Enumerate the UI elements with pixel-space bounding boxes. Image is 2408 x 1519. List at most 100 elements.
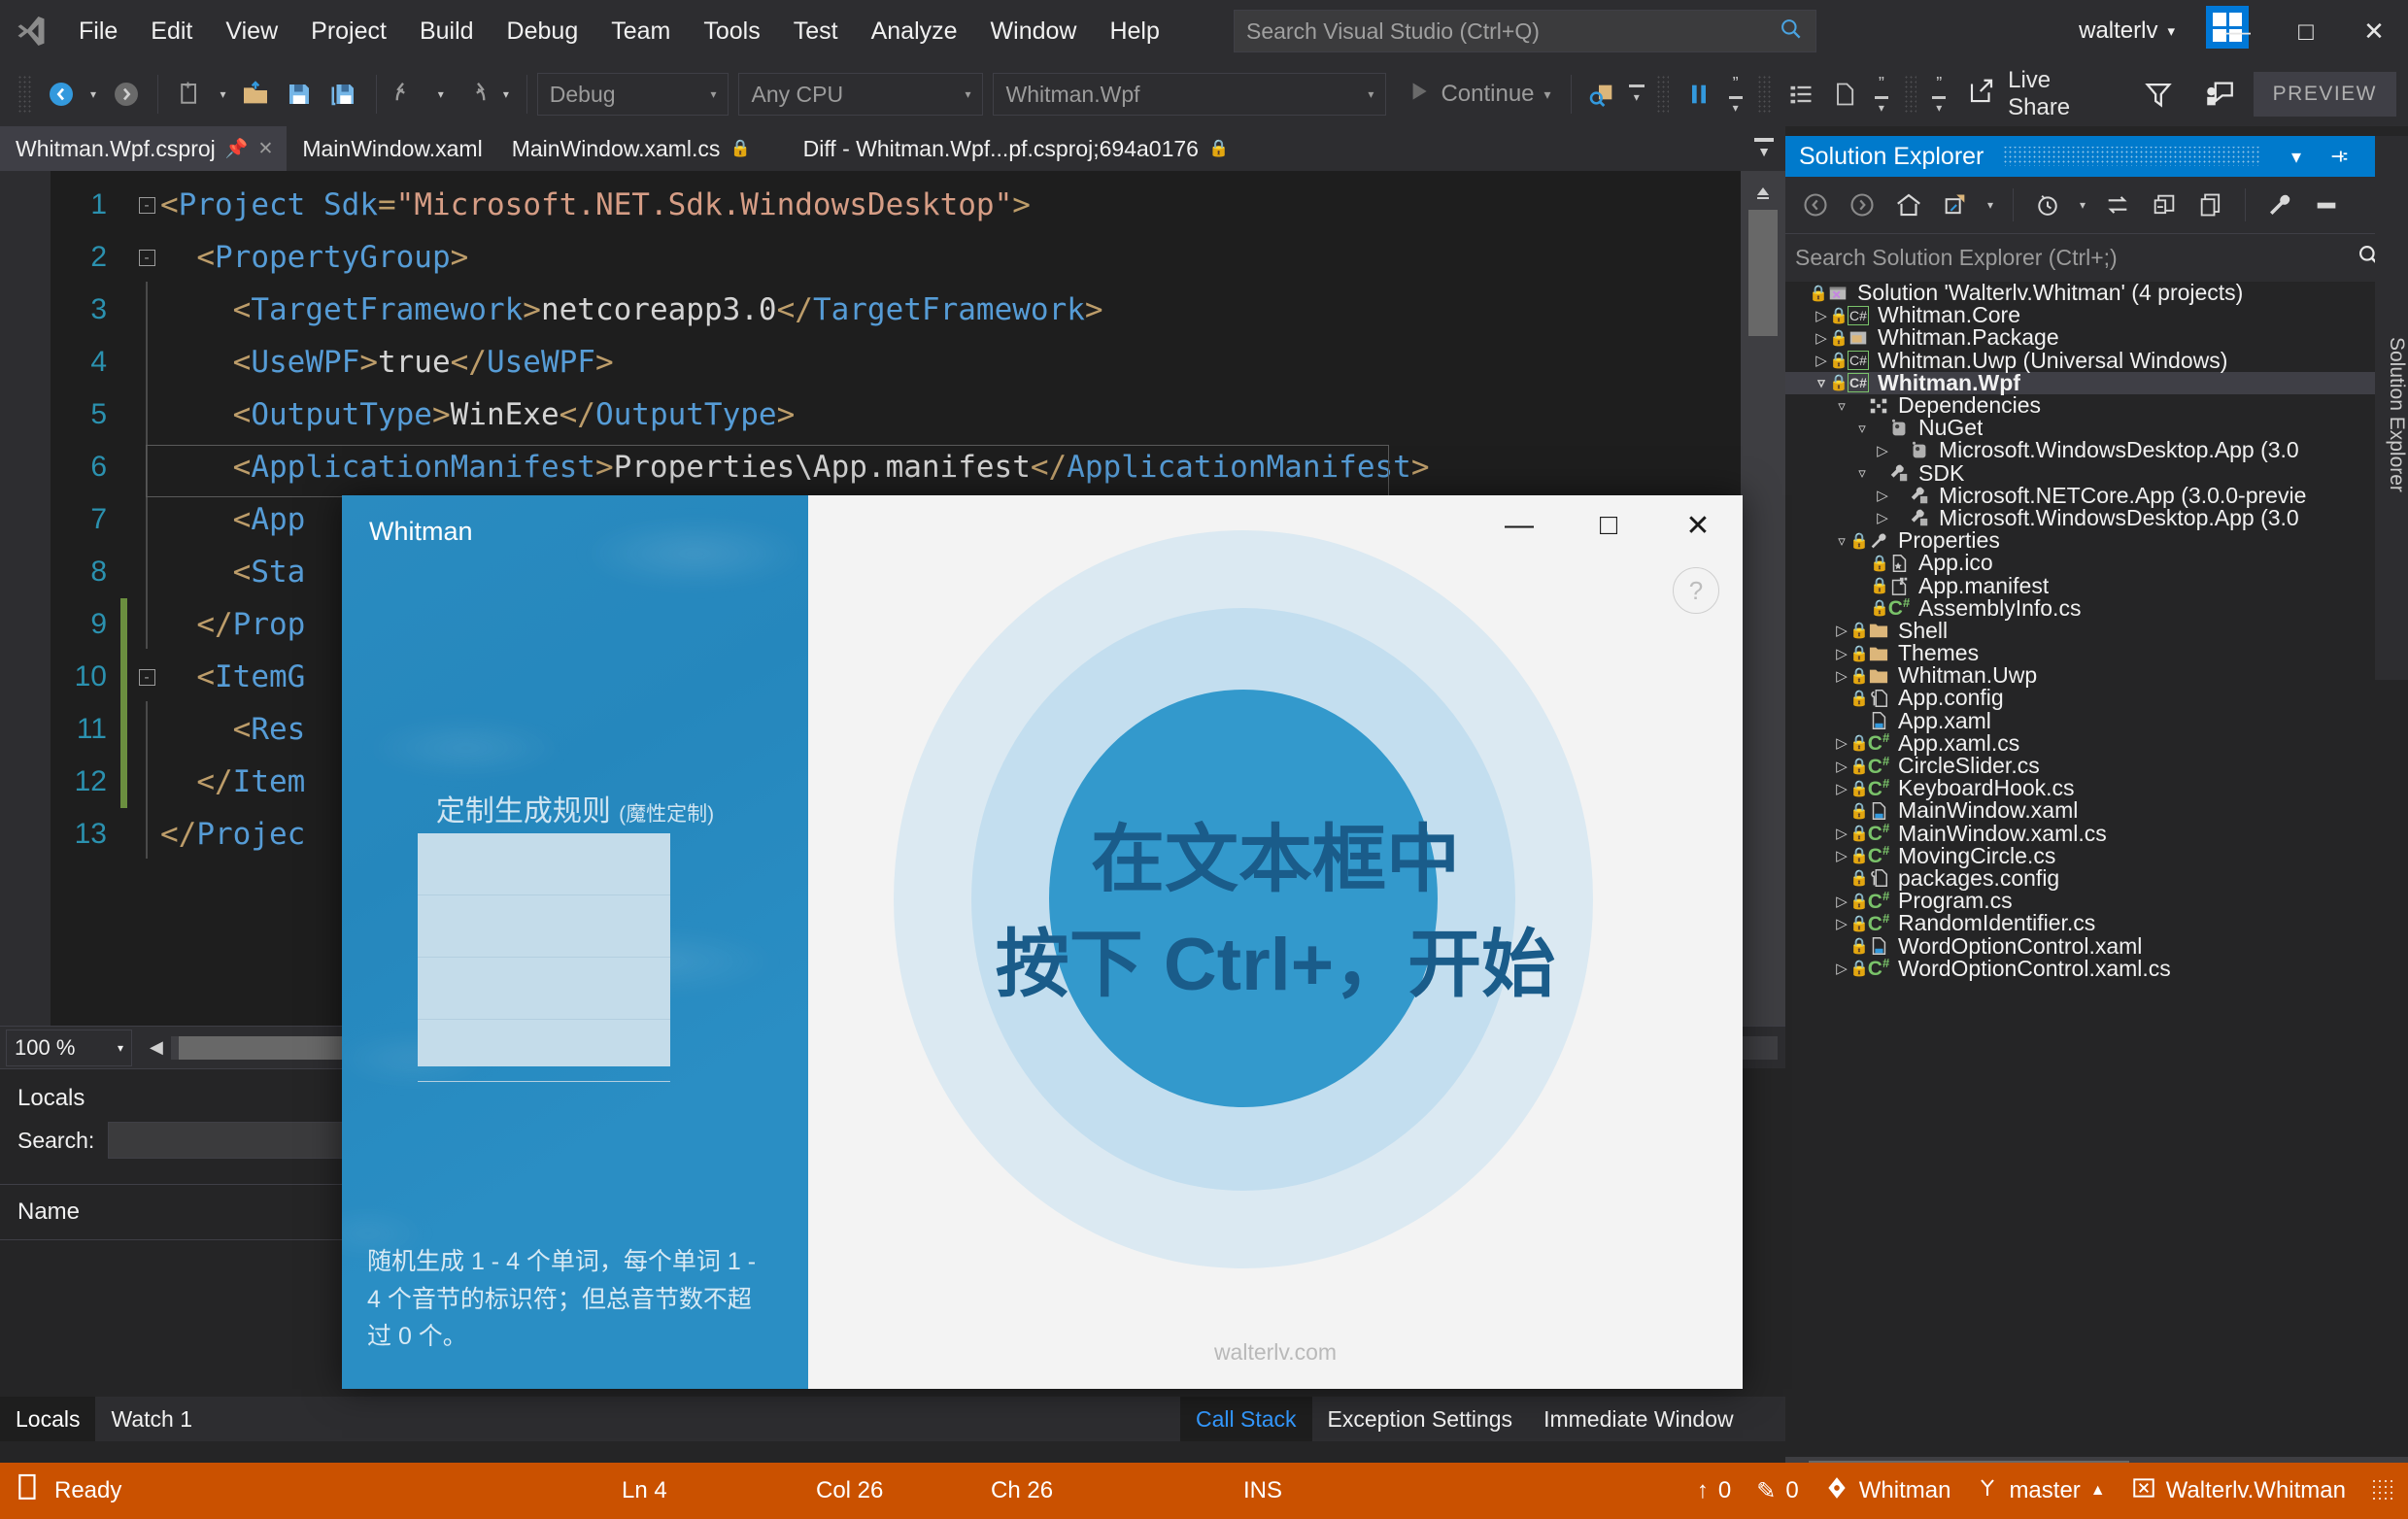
close-button[interactable]: ✕: [2340, 0, 2408, 62]
tree-item-microsoft-netcore-app-3-0-0-previe[interactable]: ▷ Microsoft.NETCore.App (3.0.0-previe: [1785, 483, 2408, 508]
new-project-button[interactable]: [168, 72, 212, 117]
menu-project[interactable]: Project: [294, 0, 403, 62]
solution-explorer-search-input[interactable]: [1795, 245, 2357, 271]
expander-icon[interactable]: ▷: [1834, 847, 1849, 864]
tree-item-mainwindow-xaml[interactable]: 🔒 MainWindow.xaml: [1785, 797, 2408, 823]
tree-item-microsoft-windowsdesktop-app-3-0[interactable]: ▷ Microsoft.WindowsDesktop.App (3.0: [1785, 437, 2408, 462]
expander-icon[interactable]: ▷: [1834, 893, 1849, 910]
tab-mainwindow-xaml[interactable]: MainWindow.xaml: [287, 126, 495, 171]
whitman-rule-listbox[interactable]: [418, 833, 670, 1082]
tree-item-wordoptioncontrol-xaml[interactable]: 🔒 WordOptionControl.xaml: [1785, 933, 2408, 959]
show-all-files-icon[interactable]: [2188, 183, 2233, 227]
tree-item-circleslider-cs[interactable]: ▷ 🔒 C# CircleSlider.cs: [1785, 753, 2408, 778]
menu-team[interactable]: Team: [594, 0, 687, 62]
break-all-button[interactable]: [1677, 72, 1720, 117]
attach-dropdown[interactable]: ▾: [1625, 72, 1648, 117]
tab-locals[interactable]: Locals: [0, 1397, 96, 1441]
tree-item-properties[interactable]: ▿ 🔒 Properties: [1785, 527, 2408, 553]
show-document-button[interactable]: [1823, 72, 1867, 117]
breakpoints-list-button[interactable]: [1779, 72, 1822, 117]
fold-glyph[interactable]: [133, 490, 160, 549]
tree-item-dependencies[interactable]: ▿ Dependencies: [1785, 392, 2408, 418]
tree-item-keyboardhook-cs[interactable]: ▷ 🔒 C# KeyboardHook.cs: [1785, 775, 2408, 800]
properties-icon[interactable]: [2257, 183, 2302, 227]
collapse-all-icon[interactable]: [2142, 183, 2187, 227]
save-all-button[interactable]: [322, 72, 365, 117]
expander-icon[interactable]: ▷: [1834, 915, 1849, 932]
quick-search-box[interactable]: [1234, 10, 1816, 52]
quick-search-input[interactable]: [1246, 17, 1779, 45]
navigate-backward-dropdown[interactable]: ▾: [83, 72, 104, 117]
fold-glyph[interactable]: [133, 805, 160, 863]
menu-help[interactable]: Help: [1093, 0, 1175, 62]
tree-item-program-cs[interactable]: ▷ 🔒 C# Program.cs: [1785, 888, 2408, 913]
code-line[interactable]: 2 - <PropertyGroup>: [51, 231, 1739, 284]
menu-test[interactable]: Test: [777, 0, 855, 62]
menu-tools[interactable]: Tools: [687, 0, 776, 62]
tree-item-whitman-uwp[interactable]: ▷ 🔒 Whitman.Uwp: [1785, 662, 2408, 688]
attach-to-process-button[interactable]: [1581, 72, 1625, 117]
minimize-button[interactable]: —: [2204, 0, 2272, 62]
pending-changes-dropdown[interactable]: ▾: [2072, 183, 2093, 227]
tree-item-randomidentifier-cs[interactable]: ▷ 🔒 C# RandomIdentifier.cs: [1785, 910, 2408, 935]
whitman-app-window[interactable]: Whitman 定制生成规则 (魔性定制) 随机生成 1 - 4 个单词，每个单…: [342, 495, 1743, 1389]
tree-item-assemblyinfo-cs[interactable]: 🔒 C# AssemblyInfo.cs: [1785, 595, 2408, 621]
switch-views-icon[interactable]: [2095, 183, 2140, 227]
tab-overflow-button[interactable]: ▼: [1743, 126, 1785, 171]
open-file-button[interactable]: [233, 72, 277, 117]
feedback-icon[interactable]: [2187, 72, 2253, 117]
tab-mainwindow-xaml-cs[interactable]: MainWindow.xaml.cs 🔒: [496, 126, 764, 171]
navigate-forward-button[interactable]: [104, 72, 148, 117]
list-item[interactable]: [418, 958, 670, 1020]
tree-item-whitman-core[interactable]: ▷ 🔒 C# Whitman.Core: [1785, 302, 2408, 327]
expander-icon[interactable]: ▷: [1834, 734, 1849, 752]
sync-with-active-document-icon[interactable]: [1933, 183, 1978, 227]
list-item[interactable]: [418, 833, 670, 895]
tree-item-app-xaml[interactable]: App.xaml: [1785, 708, 2408, 733]
header-drag-dots[interactable]: [2003, 147, 2260, 166]
code-line[interactable]: 4 <UseWPF>true</UseWPF>: [51, 333, 1739, 388]
fold-glyph[interactable]: -: [133, 195, 160, 215]
expander-icon[interactable]: ▿: [1814, 374, 1829, 391]
fold-glyph[interactable]: [133, 281, 160, 339]
tree-item-app-xaml-cs[interactable]: ▷ 🔒 C# App.xaml.cs: [1785, 730, 2408, 756]
tab-exception-settings[interactable]: Exception Settings: [1312, 1397, 1529, 1441]
sync-dropdown[interactable]: ▾: [1980, 183, 2001, 227]
menu-file[interactable]: File: [62, 0, 134, 62]
expander-icon[interactable]: ▷: [1875, 509, 1890, 526]
solution-platform-combo[interactable]: Any CPU ▾: [738, 73, 984, 116]
code-line[interactable]: 3 <TargetFramework>netcoreapp3.0</Target…: [51, 281, 1739, 339]
whitman-help-button[interactable]: ?: [1673, 567, 1719, 614]
undo-dropdown[interactable]: ▾: [430, 72, 452, 117]
forward-icon[interactable]: [1840, 183, 1884, 227]
tree-item-whitman-package[interactable]: ▷ 🔒 Whitman.Package: [1785, 324, 2408, 350]
menu-window[interactable]: Window: [974, 0, 1094, 62]
filter-icon[interactable]: [2129, 72, 2187, 117]
expander-icon[interactable]: ▷: [1875, 442, 1890, 459]
expander-icon[interactable]: ▷: [1834, 645, 1849, 662]
expander-icon[interactable]: ▷: [1834, 960, 1849, 977]
expander-icon[interactable]: ▷: [1875, 487, 1890, 504]
startup-project-combo[interactable]: Whitman.Wpf ▾: [993, 73, 1387, 116]
tree-item-sdk[interactable]: ▿ SDK: [1785, 460, 2408, 486]
expander-icon[interactable]: ▷: [1834, 780, 1849, 797]
redo-button[interactable]: [452, 72, 495, 117]
pin-icon[interactable]: 📌: [225, 137, 249, 160]
undo-button[interactable]: [387, 72, 430, 117]
fold-glyph[interactable]: -: [133, 248, 160, 267]
zoom-level-combo[interactable]: 100 % ▾: [6, 1029, 132, 1066]
editor-vertical-scrollbar[interactable]: [1741, 171, 1785, 1026]
home-icon[interactable]: [1886, 183, 1931, 227]
tree-item-app-config[interactable]: 🔒 App.config: [1785, 685, 2408, 710]
scrollbar-thumb[interactable]: [1748, 210, 1778, 336]
tab-watch-1[interactable]: Watch 1: [95, 1397, 208, 1441]
expander-icon[interactable]: ▿: [1834, 397, 1849, 415]
tree-item-packages-config[interactable]: 🔒 packages.config: [1785, 865, 2408, 891]
tree-item-microsoft-windowsdesktop-app-3-0[interactable]: ▷ Microsoft.WindowsDesktop.App (3.0: [1785, 505, 2408, 530]
solution-configuration-combo[interactable]: Debug ▾: [536, 73, 729, 116]
solution-explorer-tree[interactable]: 🔒 Solution 'Walterlv.Whitman' (4 projects…: [1785, 282, 2408, 1416]
tree-item-solution-walterlv-whitman-4-projects[interactable]: 🔒 Solution 'Walterlv.Whitman' (4 projects…: [1785, 282, 2408, 305]
resize-grip[interactable]: [2371, 1478, 2392, 1503]
menu-view[interactable]: View: [209, 0, 294, 62]
scroll-up-icon[interactable]: [1743, 173, 1783, 214]
